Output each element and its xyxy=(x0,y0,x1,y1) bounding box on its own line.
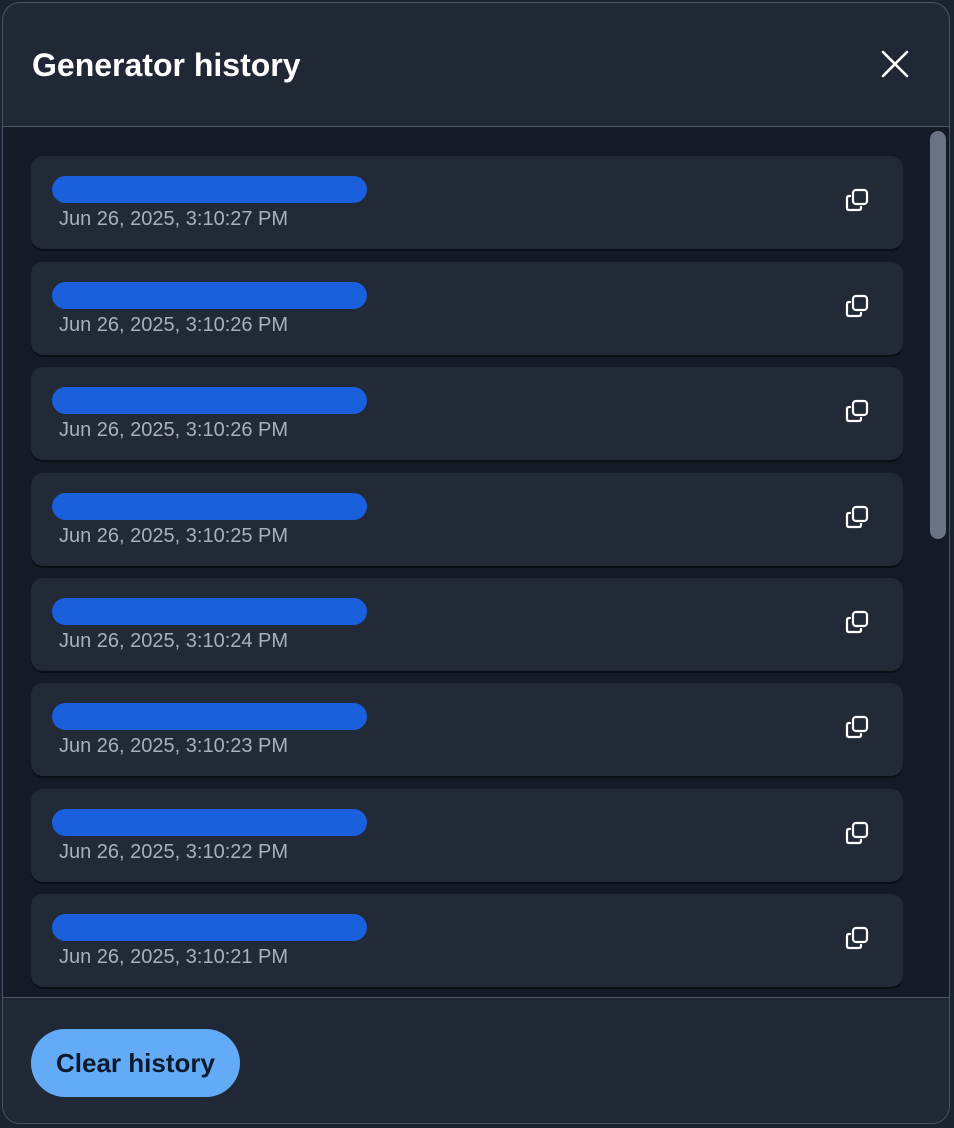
copy-icon xyxy=(845,821,869,845)
copy-button[interactable] xyxy=(841,501,873,533)
redacted-password xyxy=(52,282,367,309)
copy-icon xyxy=(845,715,869,739)
copy-button[interactable] xyxy=(841,290,873,322)
history-item: Jun 26, 2025, 3:10:22 PM xyxy=(31,789,903,882)
generator-history-dialog: Generator history Jun 26, 2025, 3:10:27 … xyxy=(2,2,950,1124)
copy-icon xyxy=(845,610,869,634)
copy-icon xyxy=(845,188,869,212)
history-timestamp: Jun 26, 2025, 3:10:21 PM xyxy=(59,946,289,968)
history-timestamp: Jun 26, 2025, 3:10:23 PM xyxy=(59,735,289,757)
history-item: Jun 26, 2025, 3:10:24 PM xyxy=(31,578,903,671)
history-item: Jun 26, 2025, 3:10:23 PM xyxy=(31,683,903,776)
history-item: Jun 26, 2025, 3:10:25 PM xyxy=(31,473,903,566)
scrollbar-thumb[interactable] xyxy=(930,131,946,539)
history-timestamp: Jun 26, 2025, 3:10:25 PM xyxy=(59,525,289,547)
copy-button[interactable] xyxy=(841,395,873,427)
dialog-header: Generator history xyxy=(3,3,949,127)
close-button[interactable] xyxy=(875,44,915,84)
history-timestamp: Jun 26, 2025, 3:10:24 PM xyxy=(59,630,289,652)
history-item: Jun 26, 2025, 3:10:21 PM xyxy=(31,894,903,987)
copy-button[interactable] xyxy=(841,184,873,216)
redacted-password xyxy=(52,387,367,414)
redacted-password xyxy=(52,914,367,941)
copy-icon xyxy=(845,399,869,423)
history-timestamp: Jun 26, 2025, 3:10:26 PM xyxy=(59,314,289,336)
copy-button[interactable] xyxy=(841,711,873,743)
history-item: Jun 26, 2025, 3:10:26 PM xyxy=(31,262,903,355)
dialog-footer: Clear history xyxy=(3,997,949,1123)
history-timestamp: Jun 26, 2025, 3:10:27 PM xyxy=(59,208,289,230)
dialog-title: Generator history xyxy=(32,47,301,83)
copy-button[interactable] xyxy=(841,817,873,849)
redacted-password xyxy=(52,598,367,625)
copy-icon xyxy=(845,926,869,950)
close-icon xyxy=(881,50,909,78)
history-item: Jun 26, 2025, 3:10:27 PM xyxy=(31,156,903,249)
copy-icon xyxy=(845,294,869,318)
clear-history-button[interactable]: Clear history xyxy=(31,1029,240,1097)
redacted-password xyxy=(52,176,367,203)
copy-button[interactable] xyxy=(841,922,873,954)
history-list[interactable]: Jun 26, 2025, 3:10:27 PM Jun 26, 2025, 3… xyxy=(3,127,949,997)
copy-button[interactable] xyxy=(841,606,873,638)
redacted-password xyxy=(52,493,367,520)
redacted-password xyxy=(52,809,367,836)
history-timestamp: Jun 26, 2025, 3:10:22 PM xyxy=(59,841,289,863)
history-item: Jun 26, 2025, 3:10:26 PM xyxy=(31,367,903,460)
history-timestamp: Jun 26, 2025, 3:10:26 PM xyxy=(59,419,289,441)
redacted-password xyxy=(52,703,367,730)
copy-icon xyxy=(845,505,869,529)
